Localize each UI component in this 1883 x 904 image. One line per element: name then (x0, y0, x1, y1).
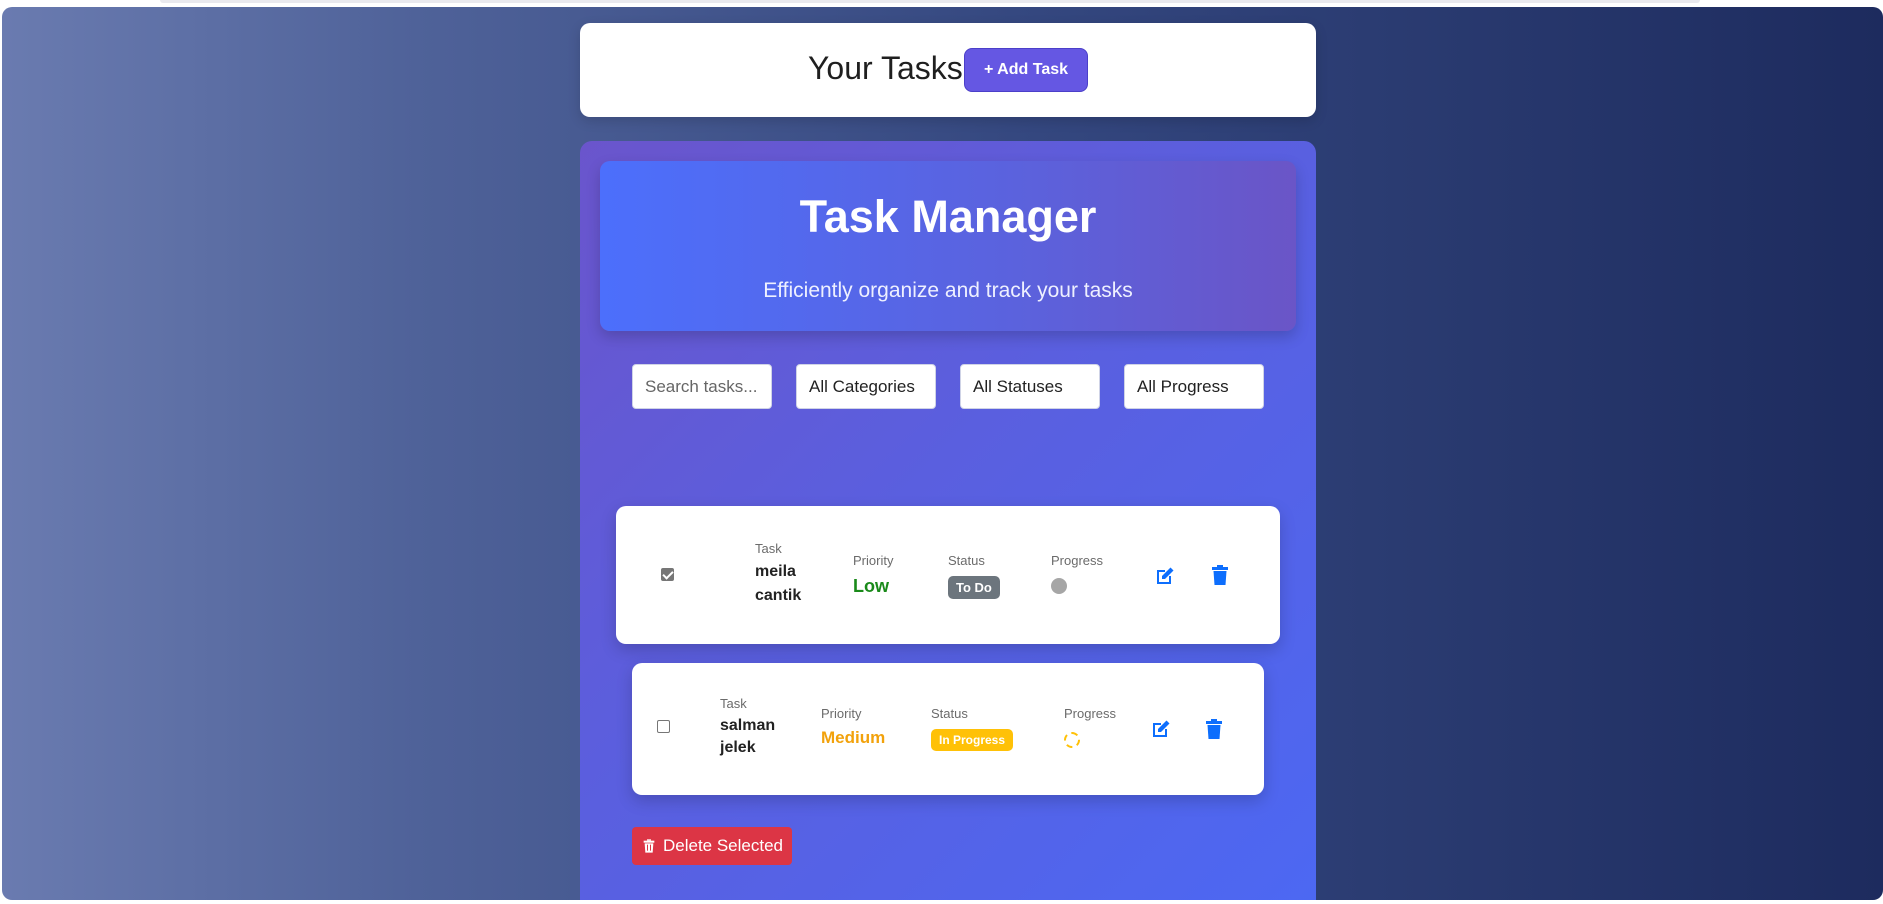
status-column-label: Status (948, 553, 985, 568)
category-select-value: All Categories (809, 376, 915, 396)
task-name: meila cantik (755, 563, 802, 604)
search-placeholder: Search tasks... (645, 376, 758, 396)
delete-selected-button[interactable]: Delete Selected (632, 827, 792, 865)
progress-select-value: All Progress (1137, 376, 1229, 396)
priority-value: Low (853, 576, 889, 596)
delete-selected-label: Delete Selected (662, 836, 784, 855)
task-select-checkbox[interactable] (657, 720, 670, 733)
add-task-button[interactable]: + Add Task (964, 48, 1088, 92)
task-card: Task meila cantik Priority Low Status To… (616, 506, 1280, 644)
hero-title: Task Manager (799, 191, 1097, 242)
page-title: Your Tasks (808, 50, 963, 86)
search-input[interactable]: Search tasks... (632, 364, 772, 409)
priority-value: Medium (821, 728, 886, 747)
task-manager-panel: Task Manager Efficiently organize and tr… (580, 141, 1316, 900)
hero-subtitle: Efficiently organize and track your task… (763, 279, 1133, 302)
task-select-checkbox[interactable] (661, 568, 674, 581)
priority-column-label: Priority (821, 706, 862, 721)
yellow-ring-icon (1064, 732, 1080, 748)
status-badge: To Do (948, 576, 1000, 599)
top-divider (160, 0, 1700, 3)
priority-column-label: Priority (853, 553, 894, 568)
trash-icon (643, 839, 655, 853)
progress-column-label: Progress (1051, 553, 1104, 568)
task-name: salman jelek (720, 717, 776, 756)
category-select[interactable]: All Categories (796, 364, 936, 409)
edit-icon[interactable] (1153, 564, 1177, 588)
status-column-label: Status (931, 706, 968, 721)
progress-select[interactable]: All Progress (1124, 364, 1264, 409)
task-column-label: Task (720, 696, 747, 711)
trash-icon[interactable] (1208, 563, 1232, 587)
edit-icon[interactable] (1149, 717, 1173, 741)
task-column-label: Task (755, 541, 782, 556)
hero-banner: Task Manager Efficiently organize and tr… (600, 161, 1296, 331)
progress-column-label: Progress (1064, 706, 1117, 721)
gray-dot-icon (1051, 578, 1067, 594)
trash-icon[interactable] (1202, 717, 1226, 741)
header-card: Your Tasks + Add Task (580, 23, 1316, 117)
status-badge: In Progress (931, 729, 1014, 751)
status-select[interactable]: All Statuses (960, 364, 1100, 409)
status-select-value: All Statuses (973, 376, 1063, 396)
page-background: Your Tasks + Add Task Task Manager Effic… (2, 7, 1883, 900)
task-card: Task salman jelek Priority Medium Status… (632, 663, 1264, 795)
